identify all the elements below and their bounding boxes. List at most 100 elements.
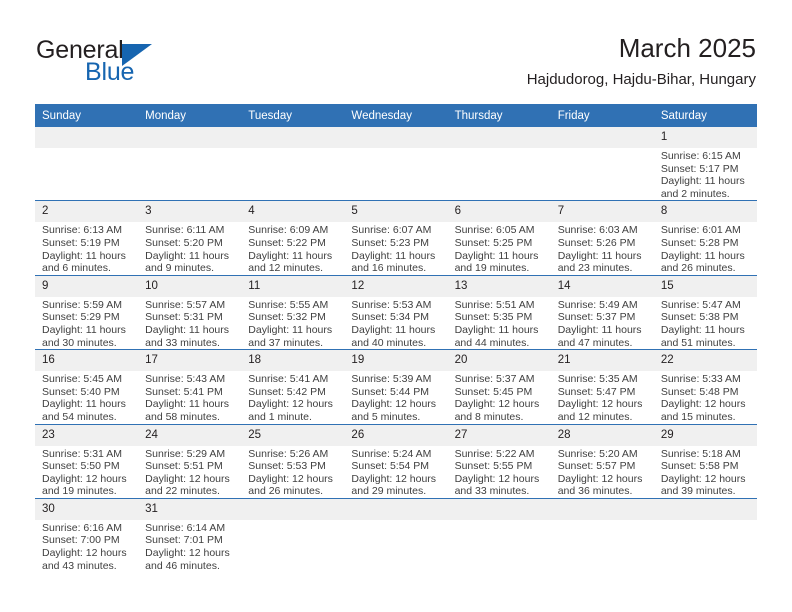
daylight-duration: Daylight: 11 hours and 54 minutes.	[42, 398, 126, 423]
daylight-duration: Daylight: 11 hours and 40 minutes.	[351, 323, 436, 349]
calendar-day-cell[interactable]: 10 Sunrise: 5:57 AM Sunset: 5:31 PM Dayligh…	[138, 274, 242, 350]
calendar-day-cell[interactable]: 28 Sunrise: 5:20 AM Sunset: 5:57 PM Dayligh…	[550, 423, 654, 499]
sunset-time: Sunset: 5:55 PM	[454, 460, 533, 473]
day-number: 14	[550, 275, 654, 297]
calendar-day-cell[interactable]: 5 Sunrise: 6:07 AM Sunset: 5:23 PM Daylight…	[344, 200, 448, 276]
day-details: Sunrise: 5:39 AM Sunset: 5:44 PM Daylight:…	[344, 371, 447, 423]
day-details: Sunrise: 6:01 AM Sunset: 5:28 PM Daylight:…	[654, 222, 757, 274]
calendar-day-cell[interactable]: 29 Sunrise: 5:18 AM Sunset: 5:58 PM Dayligh…	[653, 423, 757, 499]
day-number	[241, 127, 345, 148]
sunset-time: Sunset: 5:17 PM	[660, 162, 739, 175]
sunrise-time: Sunrise: 5:29 AM	[145, 447, 226, 460]
sunset-time: Sunset: 7:00 PM	[42, 534, 120, 547]
calendar-week-row: 23 Sunrise: 5:31 AM Sunset: 5:50 PM Dayligh…	[35, 423, 757, 499]
sunset-time: Sunset: 5:41 PM	[145, 385, 223, 398]
day-details: Sunrise: 5:33 AM Sunset: 5:48 PM Daylight:…	[654, 371, 757, 423]
calendar-day-cell[interactable]: 4 Sunrise: 6:09 AM Sunset: 5:22 PM Daylight…	[241, 200, 345, 276]
calendar-day-cell[interactable]: 25 Sunrise: 5:26 AM Sunset: 5:53 PM Dayligh…	[241, 423, 345, 499]
day-number: 16	[35, 350, 139, 372]
day-details: Sunrise: 5:37 AM Sunset: 5:45 PM Daylight:…	[448, 371, 551, 423]
weekday-header-sunday: Sunday	[35, 104, 139, 127]
calendar-day-cell[interactable]: 19 Sunrise: 5:39 AM Sunset: 5:44 PM Dayligh…	[344, 349, 448, 424]
day-details: Sunrise: 6:14 AM Sunset: 7:01 PM Daylight:…	[138, 520, 241, 572]
calendar-cell-empty	[241, 127, 345, 201]
calendar-day-cell[interactable]: 11 Sunrise: 5:55 AM Sunset: 5:32 PM Dayligh…	[241, 274, 345, 350]
sunset-time: Sunset: 5:50 PM	[42, 460, 120, 473]
calendar-day-cell[interactable]: 30 Sunrise: 6:16 AM Sunset: 7:00 PM Dayligh…	[35, 497, 139, 573]
day-number: 7	[550, 201, 654, 223]
sunrise-time: Sunrise: 6:01 AM	[660, 224, 741, 237]
sunrise-time: Sunrise: 5:33 AM	[660, 373, 741, 386]
calendar-week-row: 9 Sunrise: 5:59 AM Sunset: 5:29 PM Daylight…	[35, 274, 757, 350]
day-details: Sunrise: 6:15 AM Sunset: 5:17 PM Daylight:…	[654, 148, 757, 200]
calendar-day-cell[interactable]: 18 Sunrise: 5:41 AM Sunset: 5:42 PM Dayligh…	[241, 349, 345, 424]
weekday-header-monday: Monday	[138, 104, 242, 127]
sunset-time: Sunset: 5:44 PM	[351, 385, 430, 398]
calendar-cell-empty	[550, 127, 654, 201]
sunset-time: Sunset: 5:31 PM	[145, 311, 223, 324]
day-details: Sunrise: 5:45 AM Sunset: 5:40 PM Daylight:…	[35, 371, 138, 423]
calendar-week-row: 1 Sunrise: 6:15 AM Sunset: 5:17 PM Daylight…	[35, 127, 757, 201]
daylight-duration: Daylight: 11 hours and 9 minutes.	[145, 249, 229, 275]
calendar-cell-empty	[344, 127, 448, 201]
calendar-day-cell[interactable]: 13 Sunrise: 5:51 AM Sunset: 5:35 PM Dayligh…	[447, 274, 551, 350]
sunset-time: Sunset: 5:34 PM	[351, 311, 430, 324]
sunrise-time: Sunrise: 5:18 AM	[660, 447, 741, 460]
day-details: Sunrise: 5:29 AM Sunset: 5:51 PM Daylight:…	[138, 446, 241, 498]
day-details: Sunrise: 6:03 AM Sunset: 5:26 PM Daylight:…	[551, 222, 654, 274]
day-number: 15	[653, 275, 757, 297]
day-number	[447, 498, 551, 520]
day-details: Sunrise: 5:20 AM Sunset: 5:57 PM Daylight:…	[551, 446, 654, 498]
calendar-day-cell[interactable]: 24 Sunrise: 5:29 AM Sunset: 5:51 PM Dayligh…	[138, 423, 242, 499]
day-details: Sunrise: 6:11 AM Sunset: 5:20 PM Daylight:…	[138, 222, 241, 274]
day-number: 24	[138, 424, 242, 446]
calendar-day-cell[interactable]: 3 Sunrise: 6:11 AM Sunset: 5:20 PM Daylight…	[138, 200, 242, 276]
sunset-time: Sunset: 5:37 PM	[557, 311, 636, 324]
day-details: Sunrise: 6:05 AM Sunset: 5:25 PM Daylight:…	[448, 222, 551, 274]
calendar-day-cell[interactable]: 17 Sunrise: 5:43 AM Sunset: 5:41 PM Dayligh…	[138, 349, 242, 424]
calendar-day-cell[interactable]: 14 Sunrise: 5:49 AM Sunset: 5:37 PM Dayligh…	[550, 274, 654, 350]
day-number	[344, 127, 448, 148]
calendar-cell-empty	[653, 497, 757, 573]
calendar-day-cell[interactable]: 9 Sunrise: 5:59 AM Sunset: 5:29 PM Daylight…	[35, 274, 139, 350]
calendar-day-cell[interactable]: 26 Sunrise: 5:24 AM Sunset: 5:54 PM Dayligh…	[344, 423, 448, 499]
calendar-day-cell[interactable]: 7 Sunrise: 6:03 AM Sunset: 5:26 PM Daylight…	[550, 200, 654, 276]
day-number: 13	[447, 275, 551, 297]
day-details: Sunrise: 5:43 AM Sunset: 5:41 PM Daylight:…	[138, 371, 241, 423]
calendar-day-cell[interactable]: 6 Sunrise: 6:05 AM Sunset: 5:25 PM Daylight…	[447, 200, 551, 276]
daylight-duration: Daylight: 12 hours and 1 minute.	[248, 398, 333, 423]
calendar-day-cell[interactable]: 8 Sunrise: 6:01 AM Sunset: 5:28 PM Daylight…	[653, 200, 757, 276]
calendar-day-cell[interactable]: 31 Sunrise: 6:14 AM Sunset: 7:01 PM Dayligh…	[138, 497, 242, 573]
calendar-day-cell[interactable]: 27 Sunrise: 5:22 AM Sunset: 5:55 PM Dayligh…	[447, 423, 551, 499]
day-details: Sunrise: 6:07 AM Sunset: 5:23 PM Daylight:…	[344, 222, 447, 274]
day-details: Sunrise: 5:59 AM Sunset: 5:29 PM Daylight:…	[35, 297, 138, 349]
day-number: 19	[344, 350, 448, 372]
calendar-day-cell[interactable]: 16 Sunrise: 5:45 AM Sunset: 5:40 PM Dayligh…	[35, 349, 139, 424]
day-number: 4	[241, 201, 345, 223]
sunrise-time: Sunrise: 5:47 AM	[660, 298, 741, 311]
calendar-day-cell[interactable]: 22 Sunrise: 5:33 AM Sunset: 5:48 PM Dayligh…	[653, 349, 757, 424]
calendar-day-cell[interactable]: 20 Sunrise: 5:37 AM Sunset: 5:45 PM Dayligh…	[447, 349, 551, 424]
sunset-time: Sunset: 5:26 PM	[557, 236, 636, 249]
calendar-day-cell[interactable]: 12 Sunrise: 5:53 AM Sunset: 5:34 PM Dayligh…	[344, 274, 448, 350]
day-number	[550, 498, 654, 520]
daylight-duration: Daylight: 12 hours and 43 minutes.	[42, 547, 127, 572]
general-blue-logo[interactable]: General Blue	[36, 38, 216, 88]
day-number: 22	[653, 350, 757, 372]
calendar-day-cell[interactable]: 21 Sunrise: 5:35 AM Sunset: 5:47 PM Dayligh…	[550, 349, 654, 424]
day-details: Sunrise: 6:16 AM Sunset: 7:00 PM Daylight:…	[35, 520, 138, 572]
sunset-time: Sunset: 5:58 PM	[660, 460, 739, 473]
sunset-time: Sunset: 5:29 PM	[42, 311, 120, 324]
day-details: Sunrise: 5:22 AM Sunset: 5:55 PM Daylight:…	[448, 446, 551, 498]
calendar-day-cell[interactable]: 23 Sunrise: 5:31 AM Sunset: 5:50 PM Dayligh…	[35, 423, 139, 499]
sunrise-time: Sunrise: 5:45 AM	[42, 373, 122, 386]
calendar-day-cell[interactable]: 2 Sunrise: 6:13 AM Sunset: 5:19 PM Daylight…	[35, 200, 139, 276]
daylight-duration: Daylight: 12 hours and 39 minutes.	[660, 472, 746, 498]
sunrise-time: Sunrise: 5:49 AM	[557, 298, 638, 311]
daylight-duration: Daylight: 12 hours and 33 minutes.	[454, 472, 540, 498]
calendar-day-cell[interactable]: 1 Sunrise: 6:15 AM Sunset: 5:17 PM Daylight…	[653, 127, 757, 201]
sunrise-time: Sunrise: 5:57 AM	[145, 298, 226, 311]
sunset-time: Sunset: 5:23 PM	[351, 236, 430, 249]
calendar-day-cell[interactable]: 15 Sunrise: 5:47 AM Sunset: 5:38 PM Dayligh…	[653, 274, 757, 350]
day-details: Sunrise: 5:47 AM Sunset: 5:38 PM Daylight:…	[654, 297, 757, 349]
